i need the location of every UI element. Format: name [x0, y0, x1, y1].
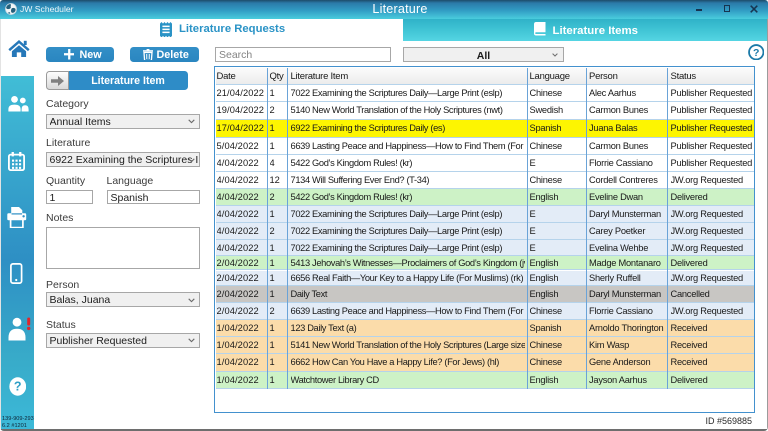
svg-text:?: ?	[753, 47, 759, 59]
svg-text:?: ?	[13, 379, 21, 393]
